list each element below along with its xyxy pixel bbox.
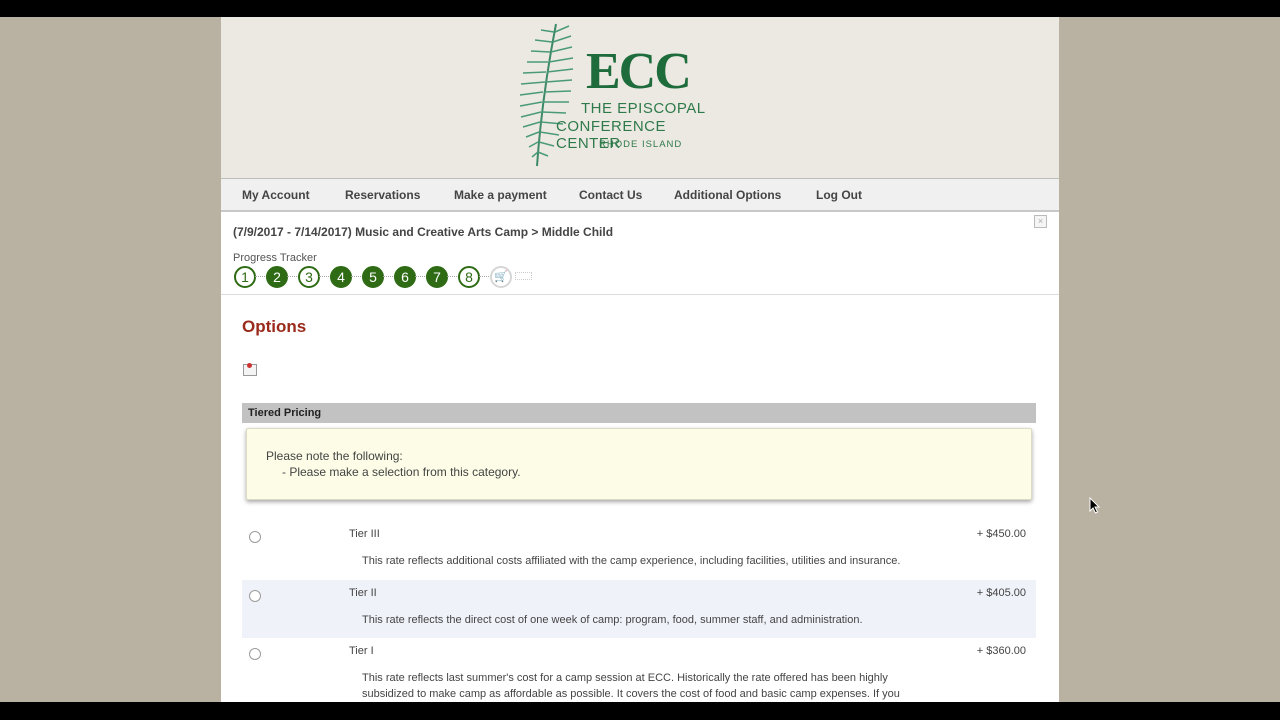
breadcrumb: (7/9/2017 - 7/14/2017) Music and Creativ…: [233, 225, 614, 239]
cart-icon[interactable]: 🛒: [490, 266, 512, 288]
tier-option-1[interactable]: Tier I + $360.00 This rate reflects last…: [242, 638, 1036, 702]
tier-radio[interactable]: [249, 531, 261, 543]
video-top-bar: [0, 0, 1280, 17]
logo-line-1: THE EPISCOPAL: [581, 100, 706, 117]
tier-price: + $405.00: [976, 587, 1026, 599]
tier-name: Tier III: [349, 528, 380, 540]
logo-line-3: RHODE ISLAND: [599, 139, 683, 150]
page: ECC THE EPISCOPAL CONFERENCE CENTER RHOD…: [221, 17, 1059, 702]
nav-reservations[interactable]: Reservations: [345, 188, 420, 202]
video-bottom-bar: [0, 702, 1280, 720]
mouse-cursor-icon: [1089, 497, 1101, 514]
close-icon[interactable]: ×: [1034, 215, 1047, 228]
main-nav: My Account Reservations Make a payment C…: [221, 178, 1059, 212]
nav-log-out[interactable]: Log Out: [816, 188, 862, 202]
nav-my-account[interactable]: My Account: [242, 188, 310, 202]
progress-tracker-label: Progress Tracker: [233, 252, 317, 264]
tier-radio[interactable]: [249, 590, 261, 602]
progress-step-1[interactable]: 1: [234, 266, 256, 288]
progress-step-4[interactable]: 4: [330, 266, 352, 288]
selection-note: Please note the following: - Please make…: [246, 428, 1032, 500]
section-title: Tiered Pricing: [248, 407, 322, 419]
divider: [221, 294, 1059, 295]
tier-option-3[interactable]: Tier III + $450.00 This rate reflects ad…: [242, 521, 1036, 579]
nav-additional-options[interactable]: Additional Options: [674, 188, 781, 202]
tier-price: + $360.00: [976, 645, 1026, 657]
note-item: - Please make a selection from this cate…: [282, 465, 521, 479]
section-header-tiered-pricing: Tiered Pricing: [242, 403, 1036, 423]
tier-description: This rate reflects last summer's cost fo…: [362, 672, 900, 700]
progress-step-7[interactable]: 7: [426, 266, 448, 288]
progress-step-8[interactable]: 8: [458, 266, 480, 288]
page-title: Options: [242, 317, 307, 336]
tier-description: This rate reflects additional costs affi…: [362, 555, 901, 567]
progress-step-6[interactable]: 6: [394, 266, 416, 288]
logo-ecc-text: ECC: [586, 43, 692, 100]
tier-name: Tier II: [349, 587, 377, 599]
tier-option-2[interactable]: Tier II + $405.00 This rate reflects the…: [242, 580, 1036, 638]
progress-step-5[interactable]: 5: [362, 266, 384, 288]
nav-contact-us[interactable]: Contact Us: [579, 188, 642, 202]
note-heading: Please note the following:: [266, 449, 403, 463]
tier-price: + $450.00: [976, 528, 1026, 540]
tier-name: Tier I: [349, 645, 374, 657]
site-header: ECC THE EPISCOPAL CONFERENCE CENTER RHOD…: [221, 17, 1059, 178]
progress-step-2[interactable]: 2: [266, 266, 288, 288]
nav-make-payment[interactable]: Make a payment: [454, 188, 547, 202]
tracker-end-marker: [515, 272, 532, 280]
progress-step-3[interactable]: 3: [298, 266, 320, 288]
email-icon[interactable]: [243, 363, 257, 376]
tier-radio[interactable]: [249, 648, 261, 660]
ecc-logo[interactable]: ECC THE EPISCOPAL CONFERENCE CENTER RHOD…: [511, 20, 731, 170]
tier-description: This rate reflects the direct cost of on…: [362, 614, 863, 626]
